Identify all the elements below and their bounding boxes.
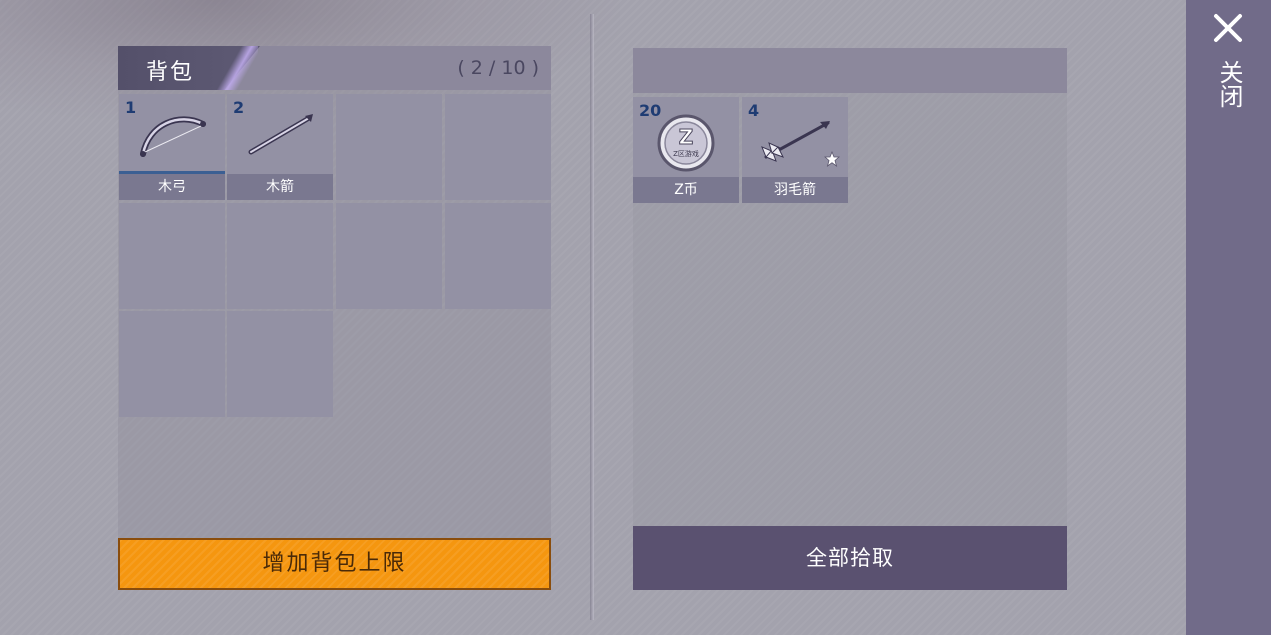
ground-loot-grid: 20 Z Z区游戏 Z币 4 羽毛箭 [633, 97, 1067, 207]
title-accent-slash [214, 46, 258, 90]
backpack-slot-1[interactable]: 1 木弓 [119, 94, 225, 200]
panel-divider [590, 14, 594, 620]
item-label: 木弓 [119, 174, 225, 200]
backpack-capacity: ( 2 / 10 ) [457, 57, 539, 79]
wooden-bow-icon [140, 116, 206, 157]
backpack-slot-6[interactable] [227, 203, 333, 309]
backpack-title: 背包 [146, 60, 195, 85]
close-sidebar[interactable]: 关闭 [1186, 0, 1271, 635]
wooden-arrow-icon [248, 114, 313, 155]
backpack-header: 背包 ( 2 / 10 ) [118, 46, 551, 90]
ground-loot-header [633, 48, 1067, 93]
backpack-slot-3[interactable] [336, 94, 442, 200]
close-icon[interactable] [1212, 12, 1244, 44]
backpack-slot-8[interactable] [445, 203, 551, 309]
backpack-slot-5[interactable] [119, 203, 225, 309]
item-label: 羽毛箭 [742, 177, 848, 203]
item-label: 木箭 [227, 174, 333, 200]
z-coin-icon: Z Z区游戏 [657, 114, 715, 172]
backpack-slot-10[interactable] [227, 311, 333, 417]
coin-text: Z区游戏 [673, 149, 699, 158]
backpack-slot-9[interactable] [119, 311, 225, 417]
star-icon [824, 151, 840, 167]
item-label: Z币 [633, 177, 739, 203]
expand-backpack-button[interactable]: 增加背包上限 [118, 538, 551, 590]
ground-slot-2[interactable]: 4 羽毛箭 [742, 97, 848, 203]
svg-text:Z: Z [679, 125, 694, 149]
backpack-slot-7[interactable] [336, 203, 442, 309]
backpack-slot-4[interactable] [445, 94, 551, 200]
backpack-slot-2[interactable]: 2 木箭 [227, 94, 333, 200]
ground-slot-1[interactable]: 20 Z Z区游戏 Z币 [633, 97, 739, 203]
close-label[interactable]: 关闭 [1212, 60, 1244, 108]
backpack-grid: 1 木弓 2 木箭 [118, 94, 552, 418]
pickup-all-button[interactable]: 全部拾取 [633, 526, 1067, 590]
